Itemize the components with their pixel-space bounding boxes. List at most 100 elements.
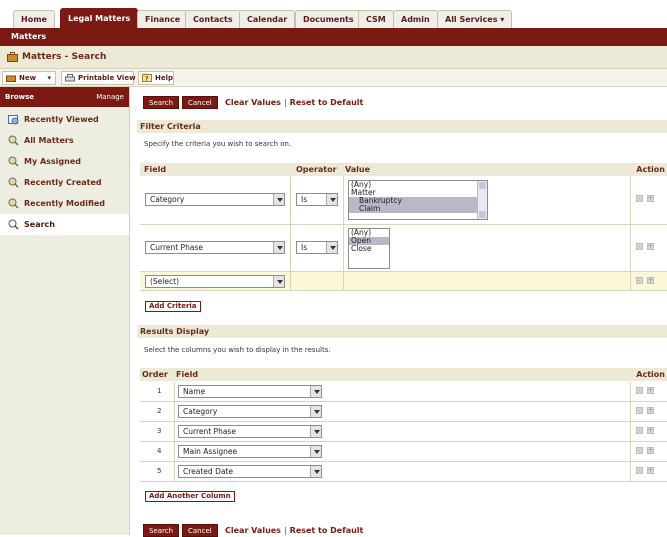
tab-csm[interactable]: CSM: [358, 10, 394, 28]
top-tab-bar: Home Legal Matters Finance Contacts Cale…: [0, 0, 667, 28]
manage-link[interactable]: Manage: [96, 87, 124, 107]
remove-column-button[interactable]: -: [636, 407, 643, 414]
col-divider: [290, 272, 291, 290]
add-another-column-button[interactable]: Add Another Column: [145, 491, 235, 502]
row-order: 1: [157, 387, 162, 395]
result-column-select[interactable]: Name: [178, 385, 322, 398]
results-col-order: Order: [142, 370, 168, 379]
remove-criteria-button[interactable]: -: [636, 243, 643, 250]
link-separator: |: [283, 98, 287, 107]
tab-admin[interactable]: Admin: [393, 10, 438, 28]
filter-operator-select[interactable]: Is: [296, 193, 338, 206]
list-option-selected[interactable]: Claim: [349, 205, 487, 213]
tab-documents[interactable]: Documents: [295, 10, 362, 28]
search-button[interactable]: Search: [143, 96, 180, 109]
remove-criteria-button[interactable]: -: [636, 277, 643, 284]
new-briefcase-icon: [6, 75, 16, 82]
table-row: 5 Created Date - +: [140, 462, 667, 482]
tab-finance[interactable]: Finance: [137, 10, 189, 28]
filter-field-select[interactable]: Category: [145, 193, 285, 206]
remove-column-button[interactable]: -: [636, 467, 643, 474]
scroll-up-icon[interactable]: [479, 182, 486, 189]
printable-view-label: Printable View: [78, 74, 136, 82]
scroll-down-icon[interactable]: [479, 211, 486, 218]
recent-icon: [8, 115, 19, 125]
add-criteria-row-button[interactable]: +: [647, 195, 654, 202]
sidebar-item-my-assigned[interactable]: My Assigned: [0, 151, 129, 172]
result-column-select[interactable]: Created Date: [178, 465, 322, 478]
filter-value-listbox[interactable]: (Any) Open Close: [348, 228, 390, 269]
filter-operator-select[interactable]: Is: [296, 241, 338, 254]
table-row: 3 Current Phase - +: [140, 422, 667, 442]
result-column-select[interactable]: Main Assignee: [178, 445, 322, 458]
remove-column-button[interactable]: -: [636, 387, 643, 394]
help-button[interactable]: ? Help: [138, 71, 174, 85]
add-column-row-button[interactable]: +: [647, 447, 654, 454]
result-column-select[interactable]: Category: [178, 405, 322, 418]
tab-contacts[interactable]: Contacts: [185, 10, 241, 28]
row-order: 4: [157, 447, 162, 455]
help-icon: ?: [142, 74, 152, 82]
col-divider: [290, 176, 291, 224]
tab-all-services[interactable]: All Services ▾: [437, 10, 513, 28]
chevron-down-icon: [326, 242, 337, 253]
search-button-bottom[interactable]: Search: [143, 524, 180, 537]
reset-to-default-link[interactable]: Reset to Default: [290, 98, 364, 107]
remove-column-button[interactable]: -: [636, 447, 643, 454]
filter-value-listbox[interactable]: (Any) Matter Bankruptcy Claim: [348, 180, 488, 220]
main-content: Search Cancel Clear Values | Reset to Defa…: [137, 87, 667, 537]
sidebar-item-label: Recently Viewed: [24, 115, 99, 124]
sidebar-item-label: Search: [24, 220, 55, 229]
tab-legal-matters[interactable]: Legal Matters: [60, 8, 139, 28]
listbox-scrollbar[interactable]: [477, 181, 487, 219]
select-value: Created Date: [183, 467, 233, 476]
col-divider: [174, 462, 175, 481]
select-value: Name: [183, 387, 206, 396]
filter-col-action: Action: [636, 165, 665, 174]
cancel-button[interactable]: Cancel: [182, 96, 218, 109]
sidebar-item-search[interactable]: Search: [0, 214, 129, 235]
clear-values-link[interactable]: Clear Values: [225, 98, 281, 107]
subnav-matters[interactable]: Matters: [11, 32, 46, 41]
cancel-button-bottom[interactable]: Cancel: [182, 524, 218, 537]
add-column-row-button[interactable]: +: [647, 427, 654, 434]
sidebar-item-recently-created[interactable]: Recently Created: [0, 172, 129, 193]
tab-calendar[interactable]: Calendar: [239, 10, 296, 28]
remove-column-button[interactable]: -: [636, 427, 643, 434]
filter-criteria-header: Filter Criteria: [137, 120, 667, 133]
filter-col-operator: Operator: [296, 165, 337, 174]
remove-criteria-button[interactable]: -: [636, 195, 643, 202]
help-label: Help: [155, 74, 174, 82]
sidebar-item-recently-modified[interactable]: Recently Modified: [0, 193, 129, 214]
add-criteria-row-button[interactable]: +: [647, 243, 654, 250]
printable-view-button[interactable]: Printable View: [61, 71, 136, 85]
sidebar-header: Browse Manage: [0, 87, 129, 107]
row-order: 5: [157, 467, 162, 475]
chevron-down-icon: [273, 276, 284, 287]
filter-description: Specify the criteria you wish to search …: [144, 140, 292, 148]
link-separator: |: [283, 526, 287, 535]
list-option[interactable]: Close: [349, 245, 389, 253]
sidebar-item-label: All Matters: [24, 136, 74, 145]
sidebar-item-all-matters[interactable]: All Matters: [0, 130, 129, 151]
col-divider: [630, 402, 631, 421]
filter-row-new: (Select) - +: [140, 272, 667, 291]
add-column-row-button[interactable]: +: [647, 407, 654, 414]
filter-table-header: Field Operator Value Action: [140, 163, 667, 176]
clear-values-link[interactable]: Clear Values: [225, 526, 281, 535]
add-column-row-button[interactable]: +: [647, 467, 654, 474]
top-links: Clear Values | Reset to Default: [225, 96, 363, 109]
select-value: Category: [150, 195, 185, 204]
result-column-select[interactable]: Current Phase: [178, 425, 322, 438]
chevron-down-icon: [310, 406, 321, 417]
add-criteria-row-button[interactable]: +: [647, 277, 654, 284]
tab-home[interactable]: Home: [13, 10, 55, 28]
reset-to-default-link[interactable]: Reset to Default: [290, 526, 364, 535]
filter-field-select[interactable]: (Select): [145, 275, 285, 288]
add-column-row-button[interactable]: +: [647, 387, 654, 394]
sidebar-item-recently-viewed[interactable]: Recently Viewed: [0, 109, 129, 130]
new-button[interactable]: New ▾: [2, 71, 56, 85]
add-criteria-button[interactable]: Add Criteria: [145, 301, 201, 312]
filter-field-select[interactable]: Current Phase: [145, 241, 285, 254]
sidebar-item-label: My Assigned: [24, 157, 81, 166]
